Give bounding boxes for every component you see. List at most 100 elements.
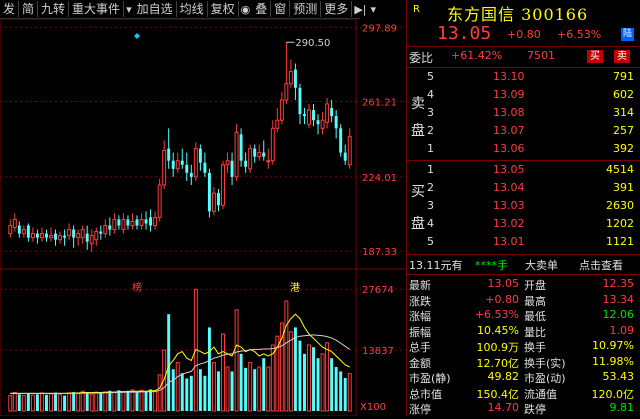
- candle-body: [239, 134, 243, 161]
- sell-level: 1: [427, 142, 434, 155]
- kline-chart[interactable]: 297.89 261.21 224.01 187.33 27674 13837 X100 29…: [0, 18, 406, 417]
- stat-value: 12.06: [602, 308, 635, 321]
- sell-row[interactable]: 3 13.08 314: [407, 106, 640, 123]
- sell-row[interactable]: 1 13.06 392: [407, 142, 640, 159]
- sell-button[interactable]: 卖: [614, 50, 630, 63]
- candle-body: [248, 148, 253, 170]
- volume-bar: [117, 390, 121, 411]
- candle-body: [230, 160, 234, 177]
- buy-price: 13.04: [493, 181, 525, 194]
- play-icon[interactable]: ▶|: [352, 3, 368, 16]
- divider: [407, 274, 640, 275]
- tb-adjust[interactable]: 复权: [208, 1, 239, 17]
- sell-row[interactable]: 2 13.07 257: [407, 124, 640, 141]
- tb-jiuzhuan[interactable]: 九转: [38, 1, 70, 17]
- buy-row[interactable]: 4 13.02 1202: [407, 217, 640, 234]
- divider: [407, 46, 640, 47]
- stat-label: 最低: [524, 310, 546, 323]
- volume-bar: [108, 390, 112, 411]
- candle-body: [316, 120, 320, 125]
- stock-name[interactable]: 东方国信 300166: [447, 1, 588, 25]
- stat-label: 流通值: [524, 387, 557, 401]
- buy-level: 5: [427, 235, 434, 248]
- volume-bar: [230, 371, 234, 411]
- dropdown-icon[interactable]: ▾: [124, 3, 134, 16]
- stat-label: 振幅: [409, 325, 431, 339]
- volume-bar: [257, 366, 262, 412]
- tb-ma[interactable]: 均线: [177, 1, 208, 17]
- volume-bar: [49, 393, 53, 412]
- candle-body: [35, 233, 39, 238]
- candle-body: [207, 172, 211, 212]
- sell-row[interactable]: 4 13.09 602: [407, 88, 640, 105]
- stat-value: 1.09: [609, 323, 635, 337]
- stats-row: 总市值 150.4亿 流通值 120.0亿: [407, 386, 640, 403]
- volume-bar: [303, 353, 306, 411]
- tb-fa[interactable]: 发: [0, 1, 20, 17]
- candle-body: [217, 193, 220, 206]
- volume-bar: [8, 395, 13, 412]
- volume-bar: [189, 375, 193, 411]
- volume-bar: [211, 362, 216, 412]
- stat-value: 14.70: [487, 401, 520, 414]
- buy-row[interactable]: 5 13.01 1121: [407, 235, 640, 252]
- stat-value: +0.80: [485, 292, 519, 306]
- volume-bar: [139, 389, 144, 412]
- buy-volume: 2630: [606, 199, 634, 212]
- vol-unit-label: X100: [360, 402, 386, 413]
- buy-row[interactable]: 1 13.05 4514: [407, 163, 640, 180]
- buy-level: 1: [427, 163, 434, 176]
- tb-major-events[interactable]: 重大事件: [69, 1, 125, 17]
- volume-bar: [12, 392, 17, 412]
- buy-row[interactable]: 2 13.04 391: [407, 181, 640, 198]
- candle-body: [72, 229, 76, 238]
- buy-row[interactable]: 3 13.03 2630: [407, 199, 640, 216]
- ad-link[interactable]: 点击查看: [579, 257, 623, 273]
- peak-label: 290.50: [295, 38, 330, 49]
- buy-label-2: 盘: [411, 216, 425, 232]
- tb-forecast[interactable]: 预测: [290, 1, 322, 17]
- sell-level: 3: [427, 106, 434, 119]
- eye-icon[interactable]: ◉: [239, 3, 253, 16]
- stat-label: 换手(实): [524, 356, 566, 370]
- sell-row[interactable]: 5 13.10 791: [407, 70, 640, 87]
- stat-label: 市盈(动): [524, 372, 566, 385]
- stat-label: 涨跌: [409, 294, 431, 308]
- stat-label: 市盈(静): [409, 372, 451, 385]
- volume-bar: [185, 378, 189, 411]
- volume-bar: [89, 393, 94, 412]
- stats-row: 金额 12.70亿 换手(实) 11.98%: [407, 355, 640, 372]
- candle-body: [39, 233, 44, 239]
- stat-label: 跌停: [524, 403, 546, 416]
- sell-level: 5: [427, 70, 434, 83]
- tb-add-watchlist[interactable]: 加自选: [134, 1, 177, 17]
- sell-volume: 602: [613, 88, 634, 101]
- volume-bar: [266, 366, 271, 412]
- candle-body: [117, 219, 121, 226]
- candle-body: [343, 152, 347, 161]
- candle-body: [257, 152, 262, 158]
- volume-bar: [126, 390, 130, 411]
- tb-jian[interactable]: 简: [19, 1, 39, 17]
- volume-bar: [35, 394, 39, 411]
- lu-badge[interactable]: 陆: [621, 28, 634, 41]
- candle-body: [307, 109, 311, 125]
- buy-button[interactable]: 买: [587, 50, 603, 63]
- menu-icon[interactable]: ▾: [368, 3, 378, 16]
- candle-body: [293, 69, 297, 88]
- tb-more[interactable]: 更多: [321, 1, 353, 17]
- stat-value: 12.70亿: [476, 356, 520, 370]
- candle-body: [234, 131, 239, 178]
- candle-body: [130, 220, 135, 226]
- tb-overlay[interactable]: 叠: [252, 1, 272, 17]
- candle-body: [270, 127, 275, 162]
- weibi-val: 7501: [527, 49, 555, 62]
- volume-bar: [288, 331, 293, 412]
- candle-body: [253, 148, 257, 157]
- candle-body: [21, 229, 26, 235]
- tb-window[interactable]: 窗: [271, 1, 291, 17]
- y-axis-label: 261.21: [362, 98, 397, 109]
- big-order-ad[interactable]: 13.11元有 ****手 大卖单 点击查看: [407, 257, 640, 274]
- candle-body: [63, 235, 67, 238]
- sell-level: 2: [427, 124, 434, 137]
